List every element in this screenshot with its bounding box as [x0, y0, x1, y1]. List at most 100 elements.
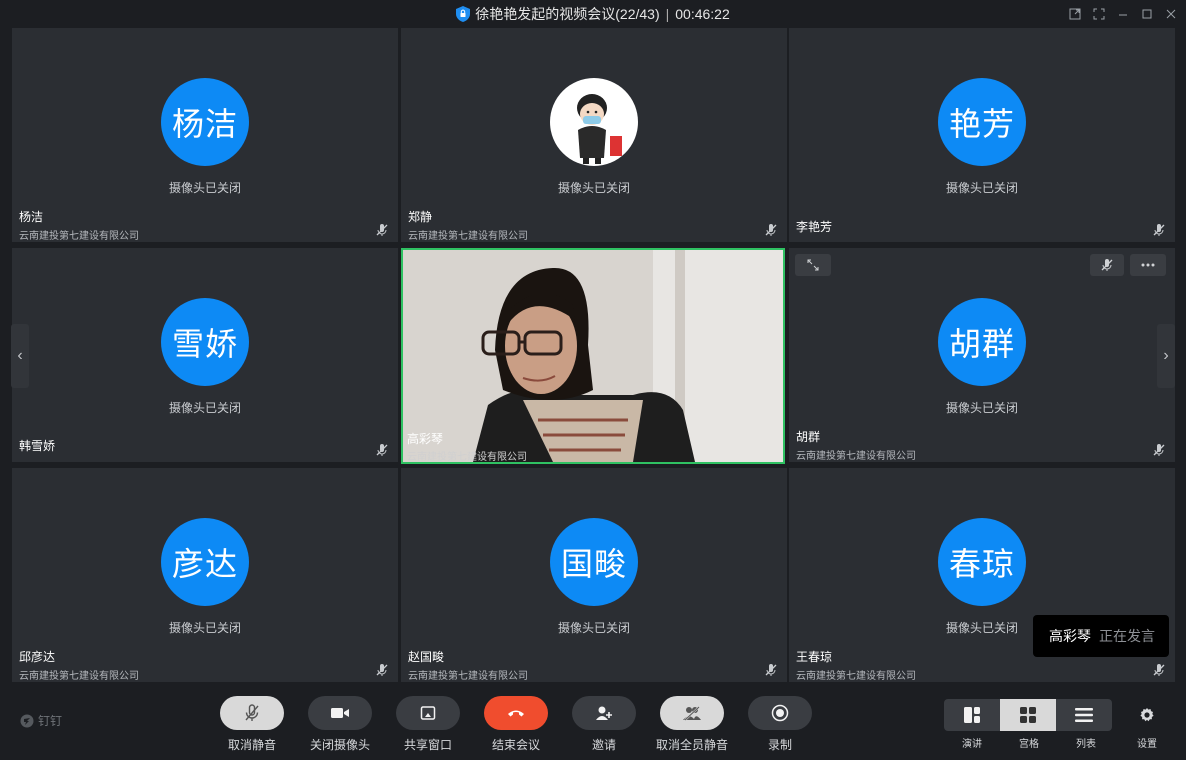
record-icon [771, 704, 789, 722]
camera-off-label: 摄像头已关闭 [557, 181, 630, 195]
share-label: 共享窗口 [403, 738, 452, 752]
record-pill[interactable] [748, 696, 812, 730]
meeting-title: 徐艳艳发起的视频会议(22/43) | 00:46:22 [0, 0, 1186, 28]
participant-name: 杨洁 [19, 210, 44, 224]
cartoon-avatar-icon [577, 94, 622, 164]
popout-icon[interactable] [1068, 7, 1082, 21]
end-meeting-pill[interactable] [484, 696, 548, 730]
brand-label: 钉钉 [38, 714, 63, 728]
mic-muted-icon [765, 664, 777, 676]
speaker-video-frame [403, 250, 783, 462]
settings-button[interactable]: 设置 [1132, 707, 1162, 750]
maximize-icon[interactable] [1140, 7, 1154, 21]
participant-name: 李艳芳 [796, 220, 833, 234]
camera-off-label: 摄像头已关闭 [168, 621, 241, 635]
participant-org: 云南建投第七建设有限公司 [19, 671, 139, 682]
participant-name: 赵国畯 [408, 650, 445, 664]
camera-off-button[interactable]: 关闭摄像头 [308, 696, 372, 753]
participant-tile[interactable]: 胡群 摄像头已关闭 胡群 云南建投第七建设有限公司 [789, 248, 1175, 462]
participant-tile[interactable]: 国畯 摄像头已关闭 赵国畯 云南建投第七建设有限公司 [401, 468, 787, 682]
unmute-button[interactable]: 取消静音 [220, 696, 284, 753]
mic-muted-icon [376, 444, 388, 456]
camera-off-label: 摄像头已关闭 [168, 401, 241, 415]
minimize-icon[interactable] [1116, 7, 1130, 21]
unmute-label: 取消静音 [227, 738, 276, 752]
tile-mic-button[interactable] [1090, 254, 1124, 276]
mic-muted-icon [245, 704, 259, 721]
avatar: 胡群 [938, 298, 1026, 386]
speaking-name: 高彩琴 [1049, 628, 1091, 644]
layout-grid-button[interactable] [1000, 699, 1056, 731]
unmute-pill[interactable] [220, 696, 284, 730]
mic-muted-icon [1101, 259, 1113, 271]
participant-tile[interactable]: 摄像头已关闭 郑静 云南建投第七建设有限公司 [401, 28, 787, 242]
expand-tile-button[interactable] [795, 254, 831, 276]
fullscreen-icon[interactable] [1092, 7, 1106, 21]
meeting-toolbar: 钉钉 取消静音 关闭摄像头 共享窗口 结束会议 邀请 取消全员静音 录制 演讲 … [0, 686, 1186, 760]
video-camera-icon [331, 708, 349, 718]
mic-muted-icon [765, 224, 777, 236]
gear-icon [1140, 708, 1154, 722]
participant-tile[interactable]: 雪娇 摄像头已关闭 韩雪娇 [12, 248, 398, 462]
avatar: 春琼 [938, 518, 1026, 606]
share-window-button[interactable]: 共享窗口 [396, 696, 460, 753]
participant-tile[interactable]: 彦达 摄像头已关闭 邱彦达 云南建投第七建设有限公司 [12, 468, 398, 682]
participant-org: 云南建投第七建设有限公司 [796, 451, 916, 462]
record-button[interactable]: 录制 [748, 696, 812, 753]
mic-muted-icon [376, 224, 388, 236]
avatar: 国畯 [550, 518, 638, 606]
meeting-timer: 00:46:22 [675, 6, 730, 22]
participant-tile[interactable]: 艳芳 摄像头已关闭 李艳芳 [789, 28, 1175, 242]
active-speaker-video[interactable]: 高彩琴 云南建投第七建设有限公司 [401, 248, 785, 464]
mic-muted-icon [1153, 664, 1165, 676]
layout-list-button[interactable] [1056, 699, 1112, 731]
unmute-all-pill[interactable] [660, 696, 724, 730]
dingtalk-brand: 钉钉 [20, 712, 62, 729]
expand-icon [807, 259, 819, 271]
list-layout-icon [1075, 708, 1093, 722]
invite-button[interactable]: 邀请 [572, 696, 636, 753]
participant-org: 云南建投第七建设有限公司 [408, 231, 528, 242]
avatar-photo [550, 78, 638, 166]
layout-speaker-button[interactable] [944, 699, 1000, 731]
end-meeting-label: 结束会议 [491, 738, 540, 752]
grid-layout-icon [1020, 707, 1036, 723]
participant-tile[interactable]: 杨洁 摄像头已关闭 杨洁 云南建投第七建设有限公司 [12, 28, 398, 242]
unmute-all-label: 取消全员静音 [656, 738, 729, 752]
speaking-indicator: 高彩琴 正在发言 [1033, 615, 1169, 657]
participant-org: 云南建投第七建设有限公司 [407, 452, 527, 463]
participant-name: 胡群 [796, 430, 821, 444]
camera-pill[interactable] [308, 696, 372, 730]
end-meeting-button[interactable]: 结束会议 [484, 696, 548, 753]
participant-name: 郑静 [408, 210, 433, 224]
hang-up-icon [508, 710, 524, 717]
participant-org: 云南建投第七建设有限公司 [19, 231, 139, 242]
participant-name: 王春琼 [796, 650, 833, 664]
tile-more-button[interactable] [1130, 254, 1166, 276]
invite-label: 邀请 [591, 738, 616, 752]
title-bar: 徐艳艳发起的视频会议(22/43) | 00:46:22 [0, 0, 1186, 28]
dingtalk-logo-icon [20, 714, 34, 727]
next-page-button[interactable]: › [1157, 324, 1175, 388]
layout-switcher [944, 699, 1112, 731]
participant-name: 邱彦达 [19, 650, 56, 664]
unmute-all-button[interactable]: 取消全员静音 [656, 696, 728, 753]
layout-speaker-label: 演讲 [962, 739, 982, 750]
close-icon[interactable] [1164, 7, 1178, 21]
speaker-layout-icon [964, 707, 980, 723]
camera-off-label: 摄像头已关闭 [945, 181, 1018, 195]
camera-off-label: 摄像头已关闭 [945, 401, 1018, 415]
share-pill[interactable] [396, 696, 460, 730]
mic-muted-icon [1153, 444, 1165, 456]
layout-grid-label: 宫格 [1019, 739, 1039, 750]
screen-share-icon [420, 706, 436, 720]
camera-off-label: 关闭摄像头 [309, 738, 370, 752]
add-person-icon [596, 706, 612, 720]
participant-name: 韩雪娇 [19, 439, 56, 453]
prev-page-button[interactable]: ‹ [11, 324, 29, 388]
record-label: 录制 [767, 738, 792, 752]
invite-pill[interactable] [572, 696, 636, 730]
avatar: 雪娇 [161, 298, 249, 386]
mic-muted-icon [1153, 224, 1165, 236]
settings-label: 设置 [1137, 739, 1157, 750]
